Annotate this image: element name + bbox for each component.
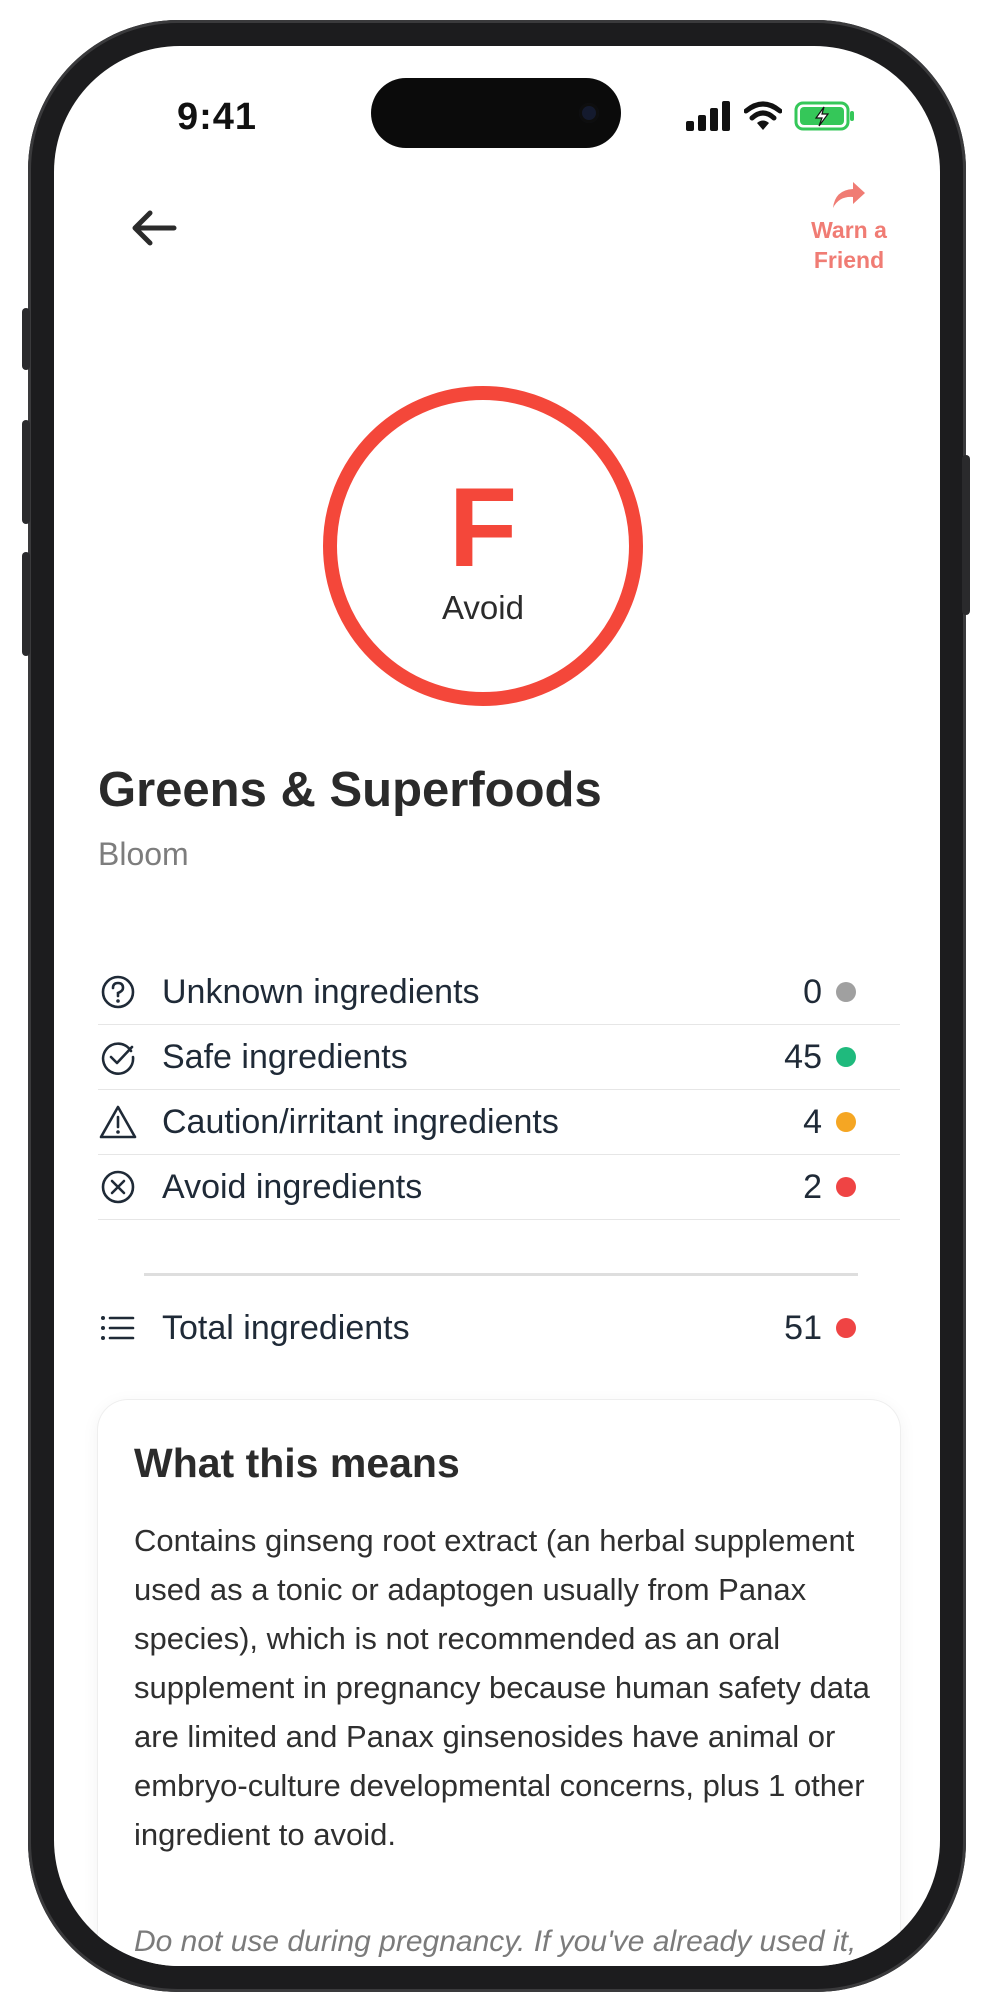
grade-badge: F Avoid xyxy=(323,386,643,706)
warn-a-friend-button[interactable]: Warn a Friend xyxy=(784,180,914,275)
list-icon xyxy=(98,1308,138,1348)
status-dot-gray xyxy=(836,982,856,1002)
grade-letter: F xyxy=(448,465,518,590)
share-arrow-icon xyxy=(833,182,865,208)
stat-label: Unknown ingredients xyxy=(162,972,480,1011)
x-circle-icon xyxy=(98,1167,138,1207)
stat-count: 4 xyxy=(803,1102,822,1141)
stat-label: Total ingredients xyxy=(162,1308,410,1347)
question-circle-icon xyxy=(98,972,138,1012)
status-icons xyxy=(686,100,856,132)
divider xyxy=(144,1273,858,1276)
screen: 9:41 Warn a Friend F Avoid Greens & Supe… xyxy=(54,46,940,1966)
status-dot-green xyxy=(836,1047,856,1067)
stat-label: Safe ingredients xyxy=(162,1037,408,1076)
check-circle-icon xyxy=(98,1037,138,1077)
warn-label-line2: Friend xyxy=(813,247,885,273)
status-dot-red xyxy=(836,1177,856,1197)
battery-charging-icon xyxy=(794,101,854,131)
status-dot-orange xyxy=(836,1112,856,1132)
grade-label: Avoid xyxy=(442,589,524,626)
stat-row-unknown[interactable]: Unknown ingredients 0 xyxy=(98,960,900,1025)
camera-icon xyxy=(579,103,599,123)
side-button-volume-up xyxy=(22,420,30,524)
status-dot-red xyxy=(836,1318,856,1338)
card-title: What this means xyxy=(134,1440,460,1486)
warn-label-line1: Warn a xyxy=(811,217,887,243)
side-button-volume-down xyxy=(22,552,30,656)
stat-label: Caution/irritant ingredients xyxy=(162,1102,559,1141)
what-this-means-card: What this means Contains ginseng root ex… xyxy=(98,1400,900,1966)
product-brand: Bloom xyxy=(98,836,189,872)
stat-count: 51 xyxy=(784,1308,822,1347)
stat-label: Avoid ingredients xyxy=(162,1167,423,1206)
product-name: Greens & Superfoods xyxy=(98,763,602,817)
stat-count: 2 xyxy=(803,1167,822,1206)
card-body: Contains ginseng root extract (an herbal… xyxy=(134,1523,870,1852)
dynamic-island xyxy=(371,78,621,148)
card-note: Do not use during pregnancy. If you've a… xyxy=(134,1925,857,1966)
stat-count: 0 xyxy=(803,972,822,1011)
back-button[interactable] xyxy=(114,188,194,268)
stat-row-avoid[interactable]: Avoid ingredients 2 xyxy=(98,1155,900,1220)
ingredient-stats: Unknown ingredients 0 Safe ingredients 4… xyxy=(98,960,900,1220)
signal-icon xyxy=(686,101,730,131)
status-time: 9:41 xyxy=(177,96,258,138)
wifi-icon xyxy=(744,101,782,130)
stat-row-total[interactable]: Total ingredients 51 xyxy=(98,1296,900,1360)
side-button-power xyxy=(962,455,970,615)
stat-row-safe[interactable]: Safe ingredients 45 xyxy=(98,1025,900,1090)
arrow-left-icon xyxy=(132,210,177,246)
stat-row-caution[interactable]: Caution/irritant ingredients 4 xyxy=(98,1090,900,1155)
side-button-mute xyxy=(22,308,30,370)
warning-triangle-icon xyxy=(98,1102,138,1142)
stat-count: 45 xyxy=(784,1037,822,1076)
